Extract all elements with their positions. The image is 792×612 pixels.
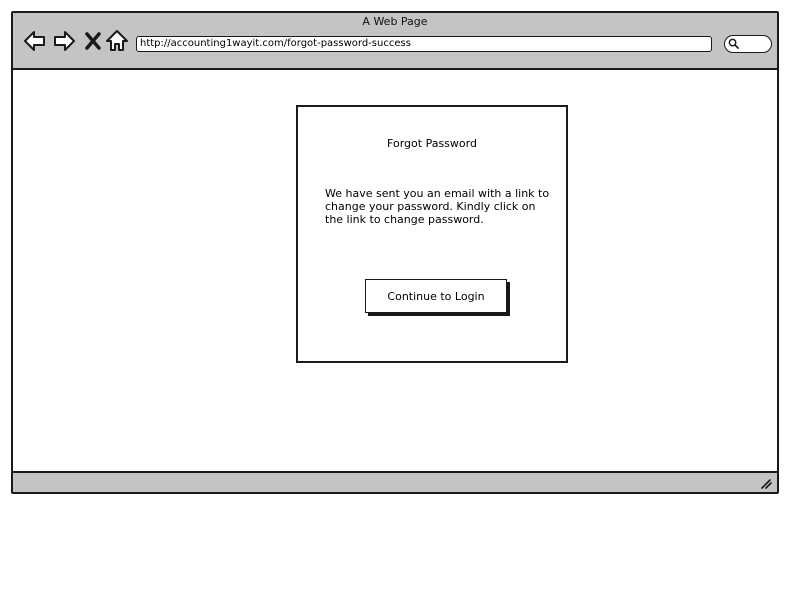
search-icon	[728, 38, 739, 49]
window-title: A Web Page	[362, 15, 428, 28]
forgot-password-dialog: Forgot Password We have sent you an emai…	[296, 105, 568, 363]
browser-window: A Web Page http://accounting1wayit.com/f…	[11, 11, 779, 494]
close-icon[interactable]	[81, 29, 105, 53]
status-bar	[13, 471, 777, 492]
search-input[interactable]	[724, 35, 772, 53]
resize-grip-icon[interactable]	[759, 476, 773, 490]
dialog-message: We have sent you an email with a link to…	[325, 187, 550, 226]
back-arrow-icon[interactable]	[23, 29, 47, 53]
forward-arrow-icon[interactable]	[52, 29, 76, 53]
home-icon[interactable]	[105, 29, 129, 53]
url-input[interactable]: http://accounting1wayit.com/forgot-passw…	[136, 36, 712, 52]
page-content: Forgot Password We have sent you an emai…	[13, 70, 777, 471]
browser-toolbar: A Web Page http://accounting1wayit.com/f…	[13, 13, 777, 70]
continue-to-login-button[interactable]: Continue to Login	[365, 279, 507, 313]
dialog-title: Forgot Password	[387, 137, 477, 150]
